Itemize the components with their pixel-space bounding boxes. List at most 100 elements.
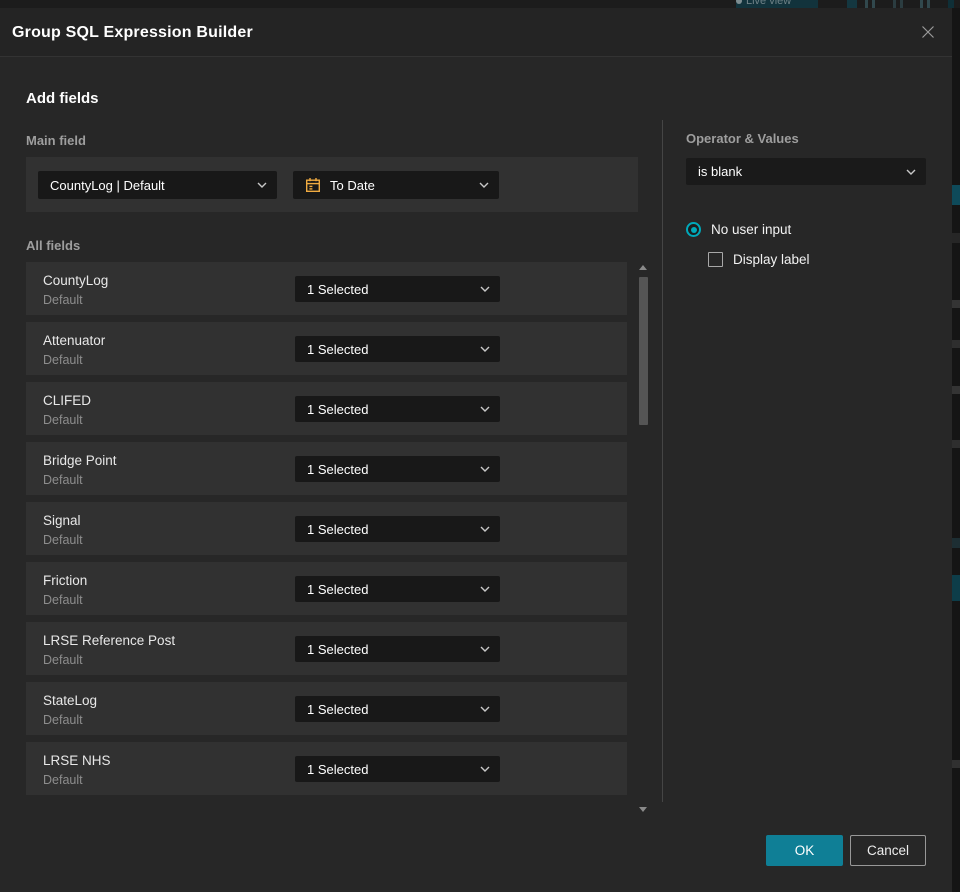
chevron-down-icon [480, 526, 490, 532]
panel-fragment [952, 386, 960, 394]
radio-selected-icon [686, 222, 701, 237]
field-name: Friction [43, 573, 88, 588]
chevron-down-icon [480, 766, 490, 772]
date-type-select-value: To Date [330, 177, 375, 193]
date-type-select[interactable]: To Date [293, 171, 499, 199]
chevron-down-icon [906, 169, 916, 175]
field-selection-select[interactable]: 1 Selected [295, 456, 500, 482]
field-row: Signal Default 1 Selected [26, 502, 627, 555]
close-icon [920, 24, 936, 43]
toolbar-fragment [893, 0, 896, 8]
field-row: LRSE Reference Post Default 1 Selected [26, 622, 627, 675]
field-selection-select[interactable]: 1 Selected [295, 276, 500, 302]
chevron-down-icon [480, 706, 490, 712]
main-field-select[interactable]: CountyLog | Default [38, 171, 277, 199]
panel-fragment [952, 760, 960, 768]
field-selection-label: 1 Selected [307, 341, 369, 357]
field-name: LRSE NHS [43, 753, 111, 768]
field-selection-select[interactable]: 1 Selected [295, 576, 500, 602]
field-subtitle: Default [43, 653, 83, 667]
field-selection-select[interactable]: 1 Selected [295, 636, 500, 662]
field-selection-select[interactable]: 1 Selected [295, 756, 500, 782]
field-selection-select[interactable]: 1 Selected [295, 396, 500, 422]
field-row: Friction Default 1 Selected [26, 562, 627, 615]
list-scrollbar[interactable] [637, 262, 649, 815]
checkbox-unchecked-icon [708, 252, 723, 267]
field-name: CountyLog [43, 273, 109, 288]
field-selection-label: 1 Selected [307, 761, 369, 777]
no-user-input-radio[interactable]: No user input [686, 222, 791, 237]
field-row: StateLog Default 1 Selected [26, 682, 627, 735]
field-subtitle: Default [43, 593, 83, 607]
operator-select[interactable]: is blank [686, 158, 926, 185]
no-user-input-label: No user input [711, 222, 792, 237]
panel-fragment [952, 538, 960, 548]
display-label-label: Display label [733, 252, 810, 267]
scroll-down-arrow-icon[interactable] [639, 807, 647, 812]
field-name: Attenuator [43, 333, 106, 348]
dialog-titlebar: Group SQL Expression Builder [0, 8, 952, 57]
chevron-down-icon [480, 406, 490, 412]
field-name: LRSE Reference Post [43, 633, 176, 648]
field-row: Bridge Point Default 1 Selected [26, 442, 627, 495]
screen: Live view Group SQL Expression Builder A… [0, 0, 960, 892]
field-selection-label: 1 Selected [307, 581, 369, 597]
field-row: LRSE NHS Default 1 Selected [26, 742, 627, 795]
field-name: CLIFED [43, 393, 92, 408]
chevron-down-icon [480, 346, 490, 352]
field-selection-label: 1 Selected [307, 461, 369, 477]
close-button[interactable] [916, 21, 940, 45]
field-selection-select[interactable]: 1 Selected [295, 516, 500, 542]
field-subtitle: Default [43, 713, 83, 727]
field-row: CountyLog Default 1 Selected [26, 262, 627, 315]
field-selection-label: 1 Selected [307, 401, 369, 417]
panel-fragment [952, 575, 960, 601]
field-row: CLIFED Default 1 Selected [26, 382, 627, 435]
panel-fragment [952, 340, 960, 348]
field-selection-label: 1 Selected [307, 521, 369, 537]
field-selection-label: 1 Selected [307, 641, 369, 657]
ok-button[interactable]: OK [766, 835, 843, 866]
field-selection-select[interactable]: 1 Selected [295, 696, 500, 722]
chevron-down-icon [257, 182, 267, 188]
field-subtitle: Default [43, 473, 83, 487]
panel-fragment [952, 300, 960, 308]
toolbar-fragment [900, 0, 903, 8]
field-selection-select[interactable]: 1 Selected [295, 336, 500, 362]
field-name: Signal [43, 513, 81, 528]
chevron-down-icon [480, 586, 490, 592]
field-subtitle: Default [43, 533, 83, 547]
live-view-tab: Live view [736, 0, 818, 8]
calendar-icon [305, 177, 321, 193]
main-field-label: Main field [26, 133, 86, 148]
scroll-up-arrow-icon[interactable] [639, 265, 647, 270]
add-fields-heading: Add fields [26, 90, 99, 107]
toolbar-fragment [847, 0, 857, 8]
group-sql-expression-builder-dialog: Group SQL Expression Builder Add fields … [0, 8, 952, 892]
operator-values-label: Operator & Values [686, 131, 799, 146]
scrollbar-thumb[interactable] [639, 277, 648, 425]
main-field-container: CountyLog | Default To Date [26, 157, 638, 212]
background-app-top-strip: Live view [0, 0, 960, 8]
display-label-checkbox[interactable]: Display label [708, 252, 810, 267]
toolbar-fragment [927, 0, 930, 8]
toolbar-fragment [948, 0, 954, 8]
panel-fragment [952, 185, 960, 205]
chevron-down-icon [480, 286, 490, 292]
all-fields-list: CountyLog Default 1 Selected Attenuator … [26, 262, 627, 802]
field-selection-label: 1 Selected [307, 281, 369, 297]
field-name: Bridge Point [43, 453, 117, 468]
field-subtitle: Default [43, 353, 83, 367]
all-fields-label: All fields [26, 238, 81, 253]
panel-divider [662, 120, 663, 802]
field-name: StateLog [43, 693, 98, 708]
cancel-button[interactable]: Cancel [850, 835, 926, 866]
field-subtitle: Default [43, 413, 83, 427]
field-selection-label: 1 Selected [307, 701, 369, 717]
toolbar-fragment [872, 0, 875, 8]
main-field-select-value: CountyLog | Default [50, 177, 165, 193]
operator-select-value: is blank [698, 164, 743, 179]
field-subtitle: Default [43, 293, 83, 307]
live-view-label: Live view [736, 0, 791, 7]
toolbar-fragment [920, 0, 923, 8]
